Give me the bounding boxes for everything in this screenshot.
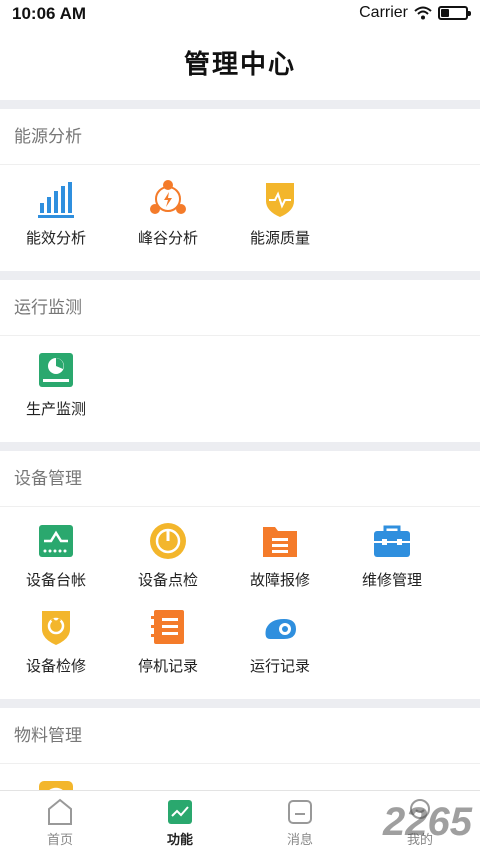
shield-wrench-icon xyxy=(42,611,70,645)
item-device-ledger[interactable]: 设备台帐 xyxy=(0,521,112,607)
item-label: 故障报修 xyxy=(249,572,310,589)
item-label: 生产监测 xyxy=(25,401,86,418)
message-icon xyxy=(288,800,312,824)
item-repair-management[interactable]: 维修管理 xyxy=(336,521,448,607)
battery-level xyxy=(441,9,450,17)
battery-icon xyxy=(438,6,471,20)
status-right: Carrier xyxy=(359,4,471,22)
item-material[interactable] xyxy=(0,778,112,790)
status-time: 10:06 AM xyxy=(12,4,87,23)
tab-home[interactable]: 首页 xyxy=(0,791,120,853)
item-efficiency-analysis[interactable]: 能效分析 xyxy=(0,179,112,265)
wifi-icon xyxy=(414,6,432,20)
item-shutdown-record[interactable]: 停机记录 xyxy=(112,607,224,693)
material-icon xyxy=(39,781,73,790)
item-energy-quality[interactable]: 能源质量 xyxy=(224,179,336,265)
item-production-monitoring[interactable]: 生产监测 xyxy=(0,350,112,436)
toolbox-icon xyxy=(374,525,410,557)
monitor-pie-icon xyxy=(39,353,73,387)
item-label: 停机记录 xyxy=(137,658,198,675)
section-title-equipment: 设备管理 xyxy=(0,451,480,507)
item-label: 维修管理 xyxy=(361,572,422,589)
item-label: 能效分析 xyxy=(25,230,86,247)
section-title-energy: 能源分析 xyxy=(0,109,480,165)
section-divider xyxy=(0,100,480,109)
section-grid-energy: 能效分析 峰谷分析 能源质量 xyxy=(0,165,480,271)
function-chart-icon xyxy=(168,800,192,824)
item-peak-valley-analysis[interactable]: 峰谷分析 xyxy=(112,179,224,265)
tab-label: 消息 xyxy=(286,832,313,847)
section-divider xyxy=(0,271,480,280)
item-label: 能源质量 xyxy=(249,230,310,247)
home-icon xyxy=(48,798,72,825)
item-label: 设备台帐 xyxy=(25,572,86,589)
function-list[interactable]: 能源分析 能效分析 峰谷分析 能源质量 运行监测 生产监测 设备管理 设备台帐 … xyxy=(0,100,480,790)
tab-function[interactable]: 功能 xyxy=(120,791,240,853)
item-label: 设备检修 xyxy=(25,658,86,675)
tab-label: 首页 xyxy=(46,832,73,847)
notebook-icon xyxy=(151,610,184,644)
item-label: 峰谷分析 xyxy=(137,230,198,247)
section-grid-monitoring: 生产监测 xyxy=(0,336,480,442)
section-title-materials: 物料管理 xyxy=(0,708,480,764)
folder-list-icon xyxy=(263,527,297,557)
page-title: 管理中心 xyxy=(183,49,296,79)
item-label: 运行记录 xyxy=(249,658,310,675)
section-grid-materials xyxy=(0,764,480,790)
section-divider xyxy=(0,699,480,708)
section-grid-equipment: 设备台帐 设备点检 故障报修 维修管理 设备检修 停机记录 运行记录 xyxy=(0,507,480,699)
device-ledger-icon xyxy=(39,525,73,557)
item-device-overhaul[interactable]: 设备检修 xyxy=(0,607,112,693)
carrier-label: Carrier xyxy=(359,4,408,21)
status-bar: 10:06 AM Carrier xyxy=(0,0,480,28)
item-label: 设备点检 xyxy=(137,572,198,589)
section-title-monitoring: 运行监测 xyxy=(0,280,480,336)
shield-pulse-icon xyxy=(266,183,294,217)
section-divider xyxy=(0,442,480,451)
tab-label: 功能 xyxy=(166,832,193,847)
item-fault-report[interactable]: 故障报修 xyxy=(224,521,336,607)
watermark: 2265 xyxy=(383,800,472,844)
run-record-icon xyxy=(265,619,296,639)
peak-valley-icon xyxy=(150,180,186,214)
item-device-inspection[interactable]: 设备点检 xyxy=(112,521,224,607)
tab-messages[interactable]: 消息 xyxy=(240,791,360,853)
device-inspect-icon xyxy=(150,523,186,559)
bar-chart-icon xyxy=(38,182,74,218)
item-run-record[interactable]: 运行记录 xyxy=(224,607,336,693)
